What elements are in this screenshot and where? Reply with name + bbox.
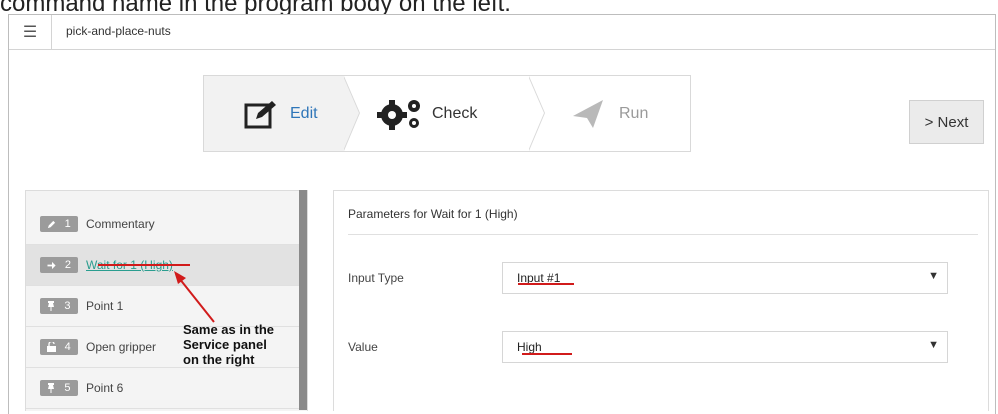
- command-number: 5: [64, 382, 71, 394]
- annotation-underline: [98, 264, 190, 266]
- command-badge: 3: [40, 298, 78, 314]
- step-run[interactable]: Run: [529, 76, 689, 151]
- command-label: Open gripper: [86, 340, 157, 354]
- input-type-label: Input Type: [348, 271, 404, 285]
- step-check[interactable]: Check: [344, 76, 529, 151]
- divider: [348, 234, 978, 235]
- step-check-label: Check: [432, 104, 478, 122]
- gears-icon: [377, 99, 420, 130]
- paper-plane-icon: [573, 99, 603, 128]
- program-name: pick-and-place-nuts: [66, 24, 171, 38]
- next-button[interactable]: > Next: [909, 100, 984, 144]
- annotation-underline: [522, 353, 572, 355]
- command-label: Point 1: [86, 299, 124, 313]
- parameters-title: Parameters for Wait for 1 (High): [348, 207, 518, 221]
- list-scrollbar[interactable]: [299, 190, 307, 410]
- pencil-icon: [48, 220, 56, 228]
- pencil-square-icon: [244, 100, 276, 128]
- caret-down-icon: ▼: [928, 270, 939, 282]
- step-edit[interactable]: Edit: [204, 76, 344, 151]
- annotation-note: Same as in the Service panel on the righ…: [183, 322, 275, 367]
- command-number: 2: [64, 259, 72, 271]
- command-number: 1: [64, 218, 71, 230]
- top-bar: ☰ pick-and-place-nuts: [9, 15, 995, 50]
- hamburger-icon: ☰: [22, 24, 38, 41]
- command-item[interactable]: 5 Point 6: [26, 368, 300, 409]
- command-number: 4: [64, 341, 71, 353]
- command-number: 3: [64, 300, 71, 312]
- command-label: Point 6: [86, 381, 124, 395]
- value-value: High: [517, 340, 542, 354]
- pin-icon: [48, 301, 55, 311]
- pin-icon: [48, 383, 55, 393]
- menu-button[interactable]: ☰: [9, 15, 52, 49]
- step-edit-label: Edit: [290, 104, 318, 122]
- command-label: Commentary: [86, 217, 155, 231]
- command-badge: 1: [40, 216, 78, 232]
- command-badge: 5: [40, 380, 78, 396]
- step-run-label: Run: [619, 104, 649, 122]
- command-badge: 2: [40, 257, 78, 273]
- caret-down-icon: ▼: [928, 339, 939, 351]
- command-item[interactable]: 3 Point 1: [26, 286, 300, 327]
- command-badge: 4: [40, 339, 78, 355]
- command-item[interactable]: 1 Commentary: [26, 204, 300, 245]
- workflow-stepper: Edit Check Run: [203, 75, 691, 152]
- value-select[interactable]: High ▼: [502, 331, 948, 363]
- value-label: Value: [348, 340, 378, 354]
- annotation-arrow-icon: [174, 271, 215, 323]
- program-body-panel: 1 Commentary 2 Wait for 1 (High) 3 Point…: [25, 190, 308, 411]
- annotation-underline: [518, 283, 574, 285]
- unlock-icon: [47, 342, 57, 352]
- input-type-select[interactable]: Input #1 ▼: [502, 262, 948, 294]
- sign-in-icon: [47, 261, 56, 269]
- parameters-panel: Parameters for Wait for 1 (High) Input T…: [333, 190, 989, 411]
